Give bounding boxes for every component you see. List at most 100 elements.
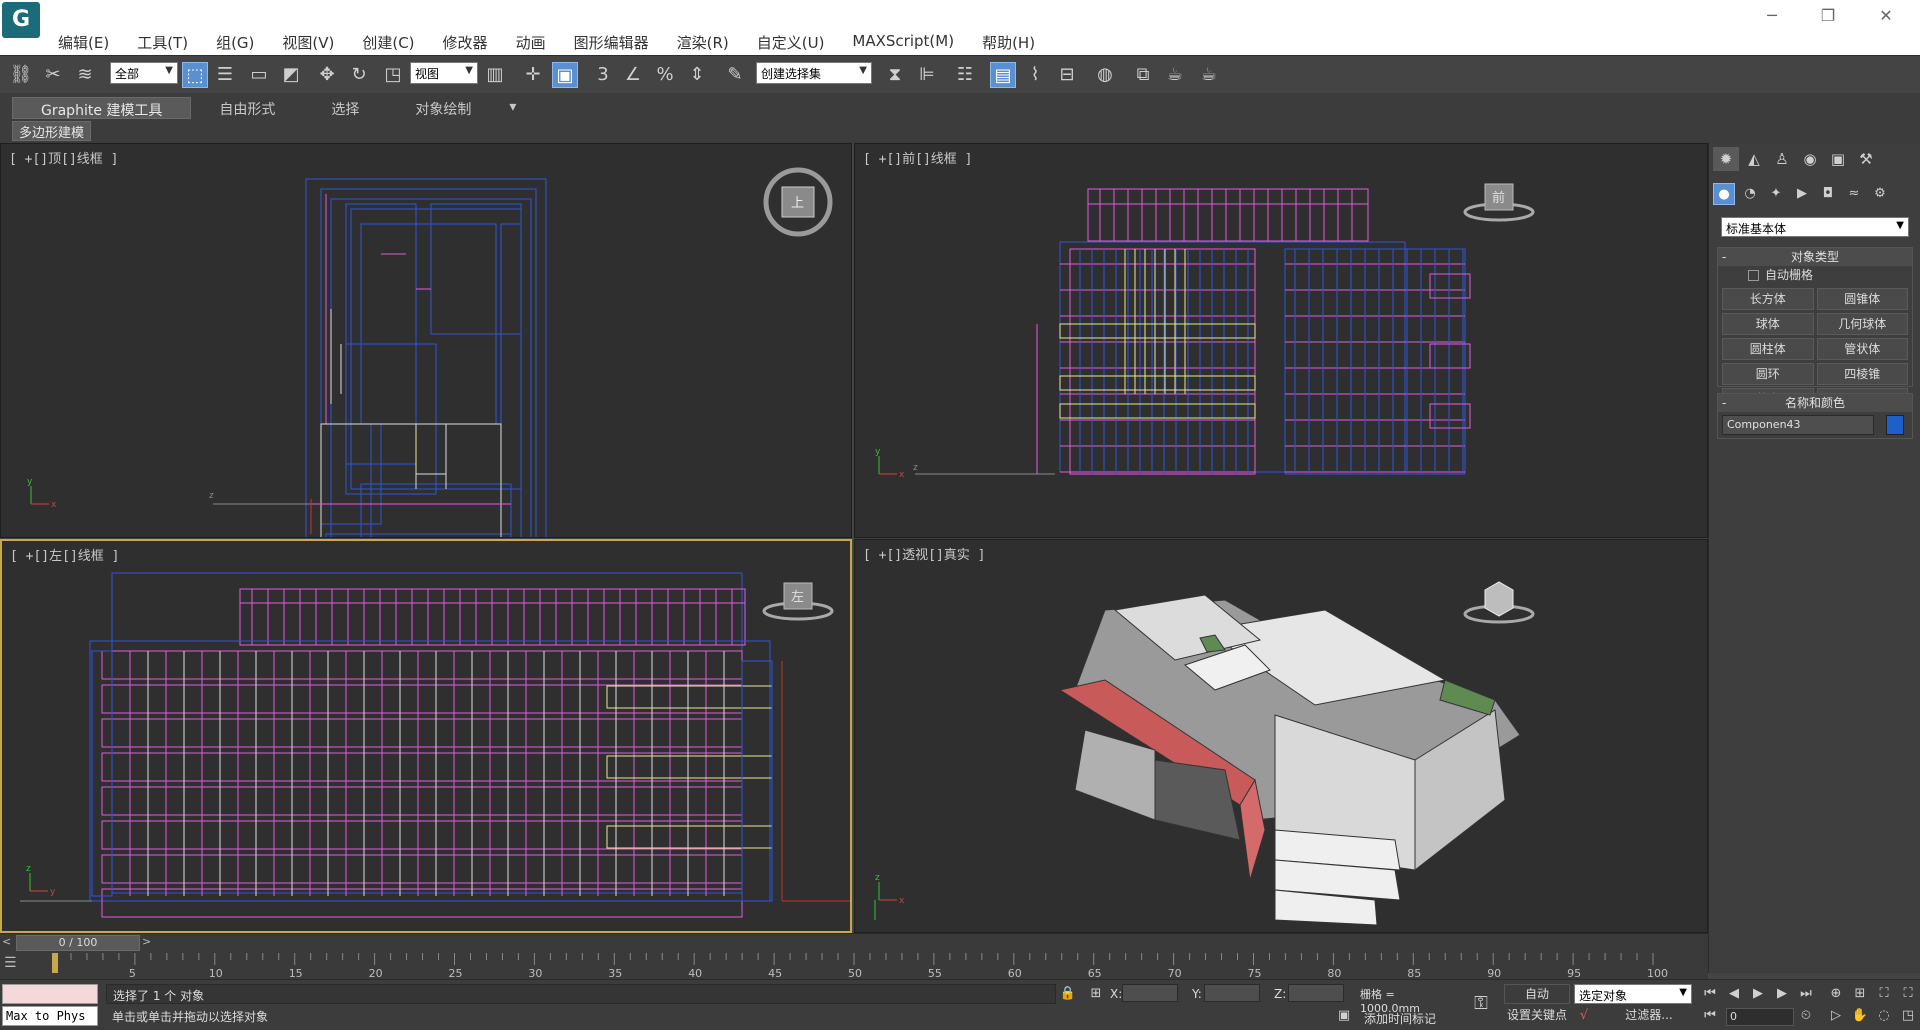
menu-item-8[interactable]: 渲染(R)	[663, 30, 743, 55]
object-type-button-4[interactable]: 圆柱体	[1722, 338, 1814, 360]
lights-icon[interactable]: ✦	[1765, 183, 1787, 205]
systems-icon[interactable]: ⚙	[1869, 183, 1891, 205]
viewport-left-label[interactable]: [ +[]左[]线框 ]	[10, 545, 119, 564]
spinner-snap-icon[interactable]: ⇕	[684, 62, 710, 88]
layer-manager-icon[interactable]: ☷	[952, 62, 978, 88]
goto-start-icon[interactable]: ⏮	[1700, 984, 1720, 1004]
menu-item-6[interactable]: 动画	[502, 30, 560, 55]
menu-item-9[interactable]: 自定义(U)	[743, 30, 839, 55]
viewport-perspective[interactable]: zx [ +[]透视[]真实 ]	[854, 539, 1708, 933]
menu-item-5[interactable]: 修改器	[429, 30, 502, 55]
current-frame-field[interactable]: 0	[1726, 1008, 1794, 1026]
rect-selection-icon[interactable]: ▭	[246, 62, 272, 88]
menu-item-4[interactable]: 创建(C)	[348, 30, 428, 55]
track-bar[interactable]: ☰ 5 10 15 20 25 30 35 40 45 50 55 60 65 70 75 80 85 90 95 1…	[0, 951, 1708, 979]
app-logo-icon[interactable]: G	[2, 2, 40, 38]
zoom-extents-icon[interactable]: ⛶	[1874, 984, 1894, 1004]
spacewarps-icon[interactable]: ≈	[1843, 183, 1865, 205]
key-curve-icon[interactable]: √	[1574, 1006, 1594, 1026]
set-key-button[interactable]: 设置关键点	[1504, 1006, 1570, 1026]
align-icon[interactable]: ⊫	[914, 62, 940, 88]
tab-selection[interactable]: 选择	[303, 97, 387, 119]
hierarchy-tab-icon[interactable]: ♙	[1769, 147, 1795, 171]
reference-coordinate-dropdown[interactable]: 视图 ▼	[410, 62, 478, 84]
time-slider-thumb[interactable]: 0 / 100	[16, 935, 140, 951]
maximize-viewport-icon[interactable]: ◳	[1898, 1006, 1918, 1026]
zoom-icon[interactable]: ⊕	[1826, 984, 1846, 1004]
unlink-icon[interactable]: ✂	[40, 62, 66, 88]
key-icon[interactable]: ⚿	[1466, 994, 1496, 1014]
move-icon[interactable]: ✥	[314, 62, 340, 88]
key-mode-icon[interactable]: ⏮	[1700, 1006, 1720, 1026]
time-next-icon[interactable]: >	[142, 935, 154, 951]
percent-snap-icon[interactable]: %	[652, 62, 678, 88]
render-production-icon[interactable]: ☕	[1196, 62, 1222, 88]
tab-freeform[interactable]: 自由形式	[191, 97, 303, 119]
viewport-front[interactable]: 前 y xz [ +[]前[]线框 ]	[854, 143, 1708, 538]
menu-item-11[interactable]: 帮助(H)	[968, 30, 1049, 55]
mirror-icon[interactable]: ⧗	[882, 62, 908, 88]
restore-icon[interactable]: ❐	[1808, 4, 1848, 28]
rendered-frame-icon[interactable]: ☕	[1162, 62, 1188, 88]
ribbon-options-icon[interactable]: ▾	[499, 97, 526, 119]
key-selection-dropdown[interactable]: 选定对象 ▼	[1574, 984, 1692, 1004]
primitive-type-dropdown[interactable]: 标准基本体 ▼	[1721, 217, 1909, 237]
time-slider[interactable]: < 0 / 100 >	[0, 933, 1708, 951]
field-of-view-icon[interactable]: ▷	[1826, 1006, 1846, 1026]
snaps-toggle-icon[interactable]: 3	[590, 62, 616, 88]
autogrid-row[interactable]: 自动栅格	[1718, 266, 1912, 284]
selection-filter-dropdown[interactable]: 全部 ▼	[110, 62, 178, 84]
play-icon[interactable]: ▶	[1748, 984, 1768, 1004]
add-time-tag[interactable]: 添加时间标记	[1364, 1010, 1436, 1027]
pivot-center-icon[interactable]: ▥	[482, 62, 508, 88]
curve-editor-icon[interactable]: ⌇	[1022, 62, 1048, 88]
zoom-all-icon[interactable]: ⊞	[1850, 984, 1870, 1004]
object-name-field[interactable]: Componen43	[1722, 415, 1874, 435]
z-coordinate-field[interactable]	[1288, 984, 1344, 1002]
viewport-front-label[interactable]: [ +[]前[]线框 ]	[863, 148, 972, 167]
link-icon[interactable]: ⛓	[8, 62, 34, 88]
bind-spacewarp-icon[interactable]: ≋	[72, 62, 98, 88]
object-type-button-1[interactable]: 圆锥体	[1816, 288, 1908, 310]
menu-item-2[interactable]: 组(G)	[202, 30, 268, 55]
maxscript-mini-listener-pink[interactable]	[2, 984, 98, 1004]
name-color-header[interactable]: - 名称和颜色	[1718, 394, 1912, 412]
x-coordinate-field[interactable]	[1122, 984, 1178, 1002]
viewport-top[interactable]: 上 y x z [ +[]顶[]线框 ]	[0, 143, 852, 538]
select-by-name-icon[interactable]: ☰	[212, 62, 238, 88]
orbit-icon[interactable]: ◌	[1874, 1006, 1894, 1026]
minimize-icon[interactable]: ─	[1752, 4, 1792, 28]
window-crossing-icon[interactable]: ◩	[278, 62, 304, 88]
key-filters-button[interactable]: 过滤器...	[1606, 1006, 1692, 1026]
menu-item-10[interactable]: MAXScript(M)	[838, 30, 968, 55]
edit-named-selection-icon[interactable]: ✎	[722, 62, 748, 88]
tab-polygon-modeling[interactable]: 多边形建模	[12, 121, 92, 141]
menu-item-3[interactable]: 视图(V)	[268, 30, 348, 55]
object-color-swatch[interactable]	[1886, 415, 1904, 435]
pan-icon[interactable]: ✋	[1850, 1006, 1870, 1026]
goto-end-icon[interactable]: ⏭	[1796, 984, 1816, 1004]
maxscript-mini-listener[interactable]: Max to Phys	[2, 1006, 98, 1026]
shapes-icon[interactable]: ◔	[1739, 183, 1761, 205]
schematic-view-icon[interactable]: ⊟	[1054, 62, 1080, 88]
display-tab-icon[interactable]: ▣	[1825, 147, 1851, 171]
geometry-icon[interactable]: ●	[1713, 183, 1735, 205]
object-type-button-3[interactable]: 几何球体	[1816, 313, 1908, 335]
select-manipulate-icon[interactable]: ✛	[520, 62, 546, 88]
object-type-header[interactable]: - 对象类型	[1718, 248, 1912, 266]
viewport-perspective-label[interactable]: [ +[]透视[]真实 ]	[863, 544, 985, 563]
select-object-icon[interactable]: ⬚	[182, 62, 208, 88]
utilities-tab-icon[interactable]: ⚒	[1853, 147, 1879, 171]
motion-tab-icon[interactable]: ◉	[1797, 147, 1823, 171]
keyboard-shortcut-toggle-icon[interactable]: ▣	[552, 62, 578, 88]
auto-key-button[interactable]: 自动	[1504, 984, 1570, 1004]
named-selection-dropdown[interactable]: 创建选择集 ▼	[756, 62, 872, 84]
object-type-button-0[interactable]: 长方体	[1722, 288, 1814, 310]
time-prev-icon[interactable]: <	[2, 935, 14, 951]
object-type-button-5[interactable]: 管状体	[1816, 338, 1908, 360]
autogrid-checkbox[interactable]	[1748, 270, 1759, 281]
next-frame-icon[interactable]: ▶︎	[1772, 984, 1792, 1004]
object-type-button-2[interactable]: 球体	[1722, 313, 1814, 335]
object-type-button-7[interactable]: 四棱锥	[1816, 363, 1908, 385]
viewport-top-label[interactable]: [ +[]顶[]线框 ]	[9, 148, 118, 167]
